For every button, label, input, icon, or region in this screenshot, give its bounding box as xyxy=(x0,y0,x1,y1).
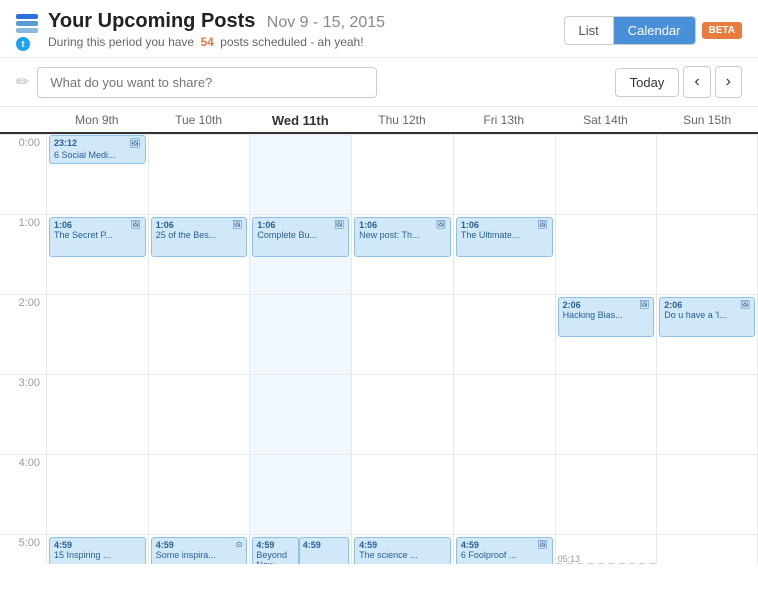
day-col-fri: 1:06 🖼The Ultimate... 4:59 🖼6 Foolproof … xyxy=(453,134,555,564)
day-header-mon: Mon 9th xyxy=(46,113,148,128)
app-header: t Your Upcoming Posts Nov 9 - 15, 2015 D… xyxy=(0,0,758,58)
time-column: 0:00 1:00 2:00 3:00 4:00 5:00 6:00 7:00 xyxy=(0,134,46,564)
event-thu-459[interactable]: 4:59The science ... xyxy=(354,537,451,564)
calendar-body: 0:00 1:00 2:00 3:00 4:00 5:00 6:00 7:00 … xyxy=(0,134,758,564)
day-col-sun: 2:06 🖼Do u have a 'l... 5:13 🖼91 Free Tw… xyxy=(656,134,758,564)
day-col-tue: 1:06 🖼25 of the Bes... 4:59 ⊙Some inspir… xyxy=(148,134,250,564)
post-count: 54 xyxy=(200,35,213,49)
day-col-sat: 2:06 🖼Hacking Bias... 05:13 xyxy=(555,134,657,564)
today-button[interactable]: Today xyxy=(615,68,680,97)
view-toggle: List Calendar xyxy=(564,16,696,45)
event-sun-206[interactable]: 2:06 🖼Do u have a 'l... xyxy=(659,297,755,337)
date-range: Nov 9 - 15, 2015 xyxy=(267,14,385,31)
day-header-fri: Fri 13th xyxy=(453,113,555,128)
edit-icon: ✏ xyxy=(16,72,29,92)
day-header-wed: Wed 11th xyxy=(249,113,351,128)
share-input[interactable] xyxy=(37,67,377,98)
subtitle-prefix: During this period you have xyxy=(48,35,194,49)
event-wed-459b[interactable]: 4:59 xyxy=(299,537,349,564)
event-tue-459[interactable]: 4:59 ⊙Some inspira... xyxy=(151,537,248,564)
subtitle-suffix: posts scheduled - ah yeah! xyxy=(220,35,363,49)
event-mon-106[interactable]: 1:06 🖼The Secret P... xyxy=(49,217,146,257)
calendar-view-button[interactable]: Calendar xyxy=(614,17,695,44)
day-col-wed: 1:06 🖼Complete Bu... 4:59Beyond New... 4… xyxy=(249,134,351,564)
event-mon-459[interactable]: 4:5915 Inspiring ... xyxy=(49,537,146,564)
event-fri-459[interactable]: 4:59 🖼6 Foolproof ... xyxy=(456,537,553,564)
days-grid: 23:12 🖼6 Social Medi... 1:06 🖼The Secret… xyxy=(46,134,758,564)
list-view-button[interactable]: List xyxy=(565,17,614,44)
day-col-thu: 1:06 🖼New post: Th... 4:59The science ..… xyxy=(351,134,453,564)
page-title: Your Upcoming Posts xyxy=(48,10,255,32)
toolbar: ✏ Today ‹ › xyxy=(0,58,758,107)
event-mon-2312[interactable]: 23:12 🖼6 Social Medi... xyxy=(49,135,146,164)
event-fri-106[interactable]: 1:06 🖼The Ultimate... xyxy=(456,217,553,257)
event-wed-459a[interactable]: 4:59Beyond New... xyxy=(252,537,298,564)
event-wed-106[interactable]: 1:06 🖼Complete Bu... xyxy=(252,217,349,257)
day-header-tue: Tue 10th xyxy=(148,113,250,128)
beta-badge: BETA xyxy=(702,22,742,39)
event-tue-106[interactable]: 1:06 🖼25 of the Bes... xyxy=(151,217,248,257)
event-sat-206[interactable]: 2:06 🖼Hacking Bias... xyxy=(558,297,655,337)
prev-button[interactable]: ‹ xyxy=(683,66,710,98)
day-header-sun: Sun 15th xyxy=(656,113,758,128)
day-header-thu: Thu 12th xyxy=(351,113,453,128)
calendar: Mon 9th Tue 10th Wed 11th Thu 12th Fri 1… xyxy=(0,107,758,564)
day-col-mon: 23:12 🖼6 Social Medi... 1:06 🖼The Secret… xyxy=(46,134,148,564)
day-headers: Mon 9th Tue 10th Wed 11th Thu 12th Fri 1… xyxy=(0,107,758,134)
next-button[interactable]: › xyxy=(715,66,742,98)
day-header-sat: Sat 14th xyxy=(555,113,657,128)
event-thu-106[interactable]: 1:06 🖼New post: Th... xyxy=(354,217,451,257)
now-line-sat: 05:13 xyxy=(556,563,657,564)
